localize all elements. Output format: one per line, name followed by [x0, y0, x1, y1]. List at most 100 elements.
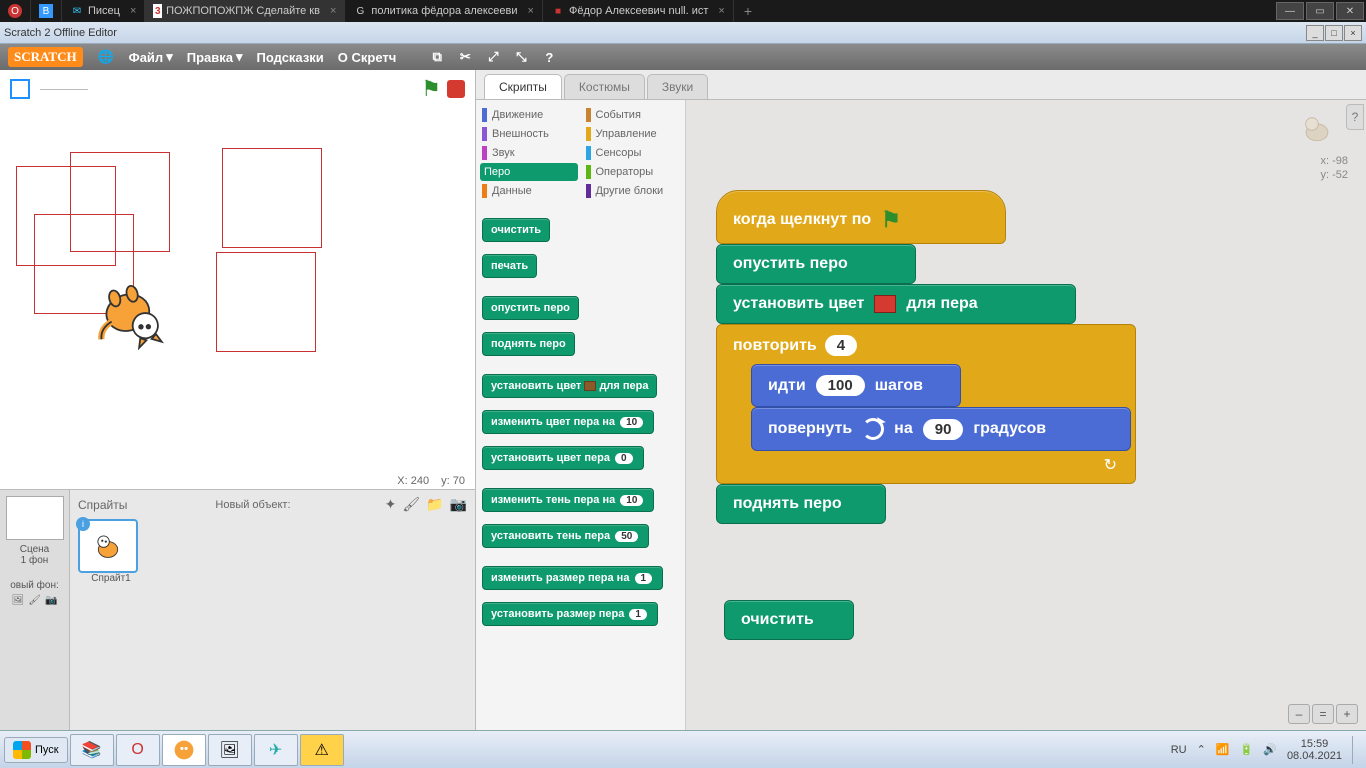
category-sound[interactable]: Звук — [480, 144, 578, 162]
upload-icon[interactable]: 📁 — [426, 496, 443, 513]
palette-block-pen-up[interactable]: поднять перо — [482, 332, 575, 356]
close-icon[interactable]: × — [528, 5, 534, 17]
category-sensing[interactable]: Сенсоры — [584, 144, 682, 162]
shrink-icon[interactable]: ⤡ — [512, 48, 530, 66]
app-close-button[interactable]: × — [1344, 25, 1362, 41]
browser-tab[interactable]: Gполитика фёдора алексееви× — [345, 0, 543, 22]
taskbar-item-photos[interactable]: 🖼 — [208, 734, 252, 766]
taskbar-item-scratch[interactable] — [162, 734, 206, 766]
palette-block-set-shade[interactable]: установить тень пера 50 — [482, 524, 649, 548]
palette-block-set-size[interactable]: установить размер пера 1 — [482, 602, 658, 626]
script-stack-detached[interactable]: очистить — [724, 600, 854, 640]
palette-block-change-color[interactable]: изменить цвет пера на 10 — [482, 410, 654, 434]
scissors-icon[interactable]: ✂ — [456, 48, 474, 66]
category-operators[interactable]: Операторы — [584, 163, 682, 181]
app-maximize-button[interactable]: □ — [1325, 25, 1343, 41]
grow-icon[interactable]: ⤢ — [484, 48, 502, 66]
block-clear[interactable]: очистить — [724, 600, 854, 640]
sprite-on-stage[interactable] — [84, 272, 174, 362]
browser-tab[interactable]: ✉Писец× — [62, 0, 145, 22]
menu-tips[interactable]: Подсказки — [257, 50, 324, 65]
clock[interactable]: 15:59 08.04.2021 — [1287, 738, 1342, 762]
zoom-in-button[interactable]: + — [1336, 704, 1358, 724]
library-icon[interactable]: ✦ — [385, 496, 397, 513]
block-set-pen-color[interactable]: установить цвет для пера — [716, 284, 1076, 324]
stamp-icon[interactable]: ⧉ — [428, 48, 446, 66]
palette-block-set-color-swatch[interactable]: установить цвет для пера — [482, 374, 657, 398]
block-turn-degrees[interactable]: повернуть на 90 градусов — [751, 407, 1131, 451]
taskbar-item-opera[interactable]: O — [116, 734, 160, 766]
menu-about[interactable]: О Скретч — [338, 50, 397, 65]
info-icon[interactable]: i — [76, 517, 90, 531]
category-pen[interactable]: Перо — [480, 163, 578, 181]
block-repeat[interactable]: повторить 4 идти 100 шагов повернуть — [716, 324, 1136, 484]
zoom-out-button[interactable]: – — [1288, 704, 1310, 724]
close-icon[interactable]: × — [330, 5, 336, 17]
block-pen-up[interactable]: поднять перо — [716, 484, 886, 524]
stage-thumbnail[interactable] — [6, 496, 64, 540]
show-desktop-button[interactable] — [1352, 736, 1362, 764]
palette-block-set-color[interactable]: установить цвет пера 0 — [482, 446, 644, 470]
stop-icon[interactable] — [447, 80, 465, 98]
category-looks[interactable]: Внешность — [480, 125, 578, 143]
block-when-flag-clicked[interactable]: когда щелкнут по ⚑ — [716, 190, 1006, 244]
stage-canvas[interactable] — [0, 104, 475, 469]
taskbar-item-winrar[interactable]: 📚 — [70, 734, 114, 766]
browser-tab[interactable]: O — [0, 0, 31, 22]
language-indicator[interactable]: RU — [1171, 744, 1187, 756]
category-more[interactable]: Другие блоки — [584, 182, 682, 200]
battery-icon[interactable]: 🔋 — [1240, 743, 1254, 756]
degrees-input[interactable]: 90 — [923, 419, 964, 440]
library-icon[interactable]: 🖼 — [12, 595, 25, 606]
color-swatch[interactable] — [874, 295, 896, 313]
wifi-icon[interactable]: 📶 — [1216, 743, 1230, 756]
close-button[interactable]: ✕ — [1336, 2, 1364, 20]
taskbar-item-telegram[interactable]: ✈ — [254, 734, 298, 766]
tray-chevron-icon[interactable]: ⌃ — [1197, 743, 1206, 756]
tab-costumes[interactable]: Костюмы — [564, 74, 645, 99]
tab-sounds[interactable]: Звуки — [647, 74, 708, 99]
browser-tab[interactable]: 3ПОЖПОПОЖПЖ Сделайте кв× — [145, 0, 345, 22]
app-minimize-button[interactable]: _ — [1306, 25, 1324, 41]
menu-file[interactable]: Файл ▾ — [129, 49, 173, 65]
camera-icon[interactable]: 📷 — [450, 496, 467, 513]
menu-edit[interactable]: Правка ▾ — [187, 49, 243, 65]
fullscreen-icon[interactable] — [10, 79, 30, 99]
paint-icon[interactable]: 🖌 — [28, 595, 41, 606]
block-pen-down[interactable]: опустить перо — [716, 244, 916, 284]
sprite-item[interactable]: i Спрайт1 — [78, 519, 144, 584]
palette-block-change-size[interactable]: изменить размер пера на 1 — [482, 566, 663, 590]
help-panel-toggle[interactable]: ? — [1346, 104, 1364, 130]
block-move-steps[interactable]: идти 100 шагов — [751, 364, 961, 407]
category-control[interactable]: Управление — [584, 125, 682, 143]
steps-input[interactable]: 100 — [816, 375, 865, 396]
tab-scripts[interactable]: Скрипты — [484, 74, 562, 99]
green-flag-icon[interactable]: ⚑ — [421, 76, 441, 102]
palette-block-clear[interactable]: очистить — [482, 218, 550, 242]
zoom-reset-button[interactable]: = — [1312, 704, 1334, 724]
scratch-logo[interactable]: SCRATCH — [8, 47, 83, 67]
maximize-button[interactable]: ▭ — [1306, 2, 1334, 20]
script-area[interactable]: ? x: -98 y: -52 когда щелкнут по ⚑ опуст… — [686, 100, 1366, 730]
globe-icon[interactable]: 🌐 — [97, 48, 115, 66]
palette-block-stamp[interactable]: печать — [482, 254, 537, 278]
script-stack-main[interactable]: когда щелкнут по ⚑ опустить перо установ… — [716, 190, 1136, 524]
start-button[interactable]: Пуск — [4, 737, 68, 763]
palette-block-change-shade[interactable]: изменить тень пера на 10 — [482, 488, 654, 512]
category-data[interactable]: Данные — [480, 182, 578, 200]
repeat-count-input[interactable]: 4 — [825, 335, 857, 356]
close-icon[interactable]: × — [130, 5, 136, 17]
new-tab-button[interactable]: + — [734, 3, 762, 19]
help-icon[interactable]: ? — [540, 48, 558, 66]
palette-block-pen-down[interactable]: опустить перо — [482, 296, 579, 320]
taskbar-item-alert[interactable]: ⚠ — [300, 734, 344, 766]
volume-icon[interactable]: 🔊 — [1263, 743, 1277, 756]
close-icon[interactable]: × — [718, 5, 724, 17]
minimize-button[interactable]: — — [1276, 2, 1304, 20]
category-motion[interactable]: Движение — [480, 106, 578, 124]
browser-tab[interactable]: ■Фёдор Алексеевич null. ист× — [543, 0, 734, 22]
project-name-input[interactable] — [40, 89, 88, 90]
browser-tab[interactable]: B — [31, 0, 62, 22]
category-events[interactable]: События — [584, 106, 682, 124]
paint-icon[interactable]: 🖌 — [402, 496, 420, 513]
